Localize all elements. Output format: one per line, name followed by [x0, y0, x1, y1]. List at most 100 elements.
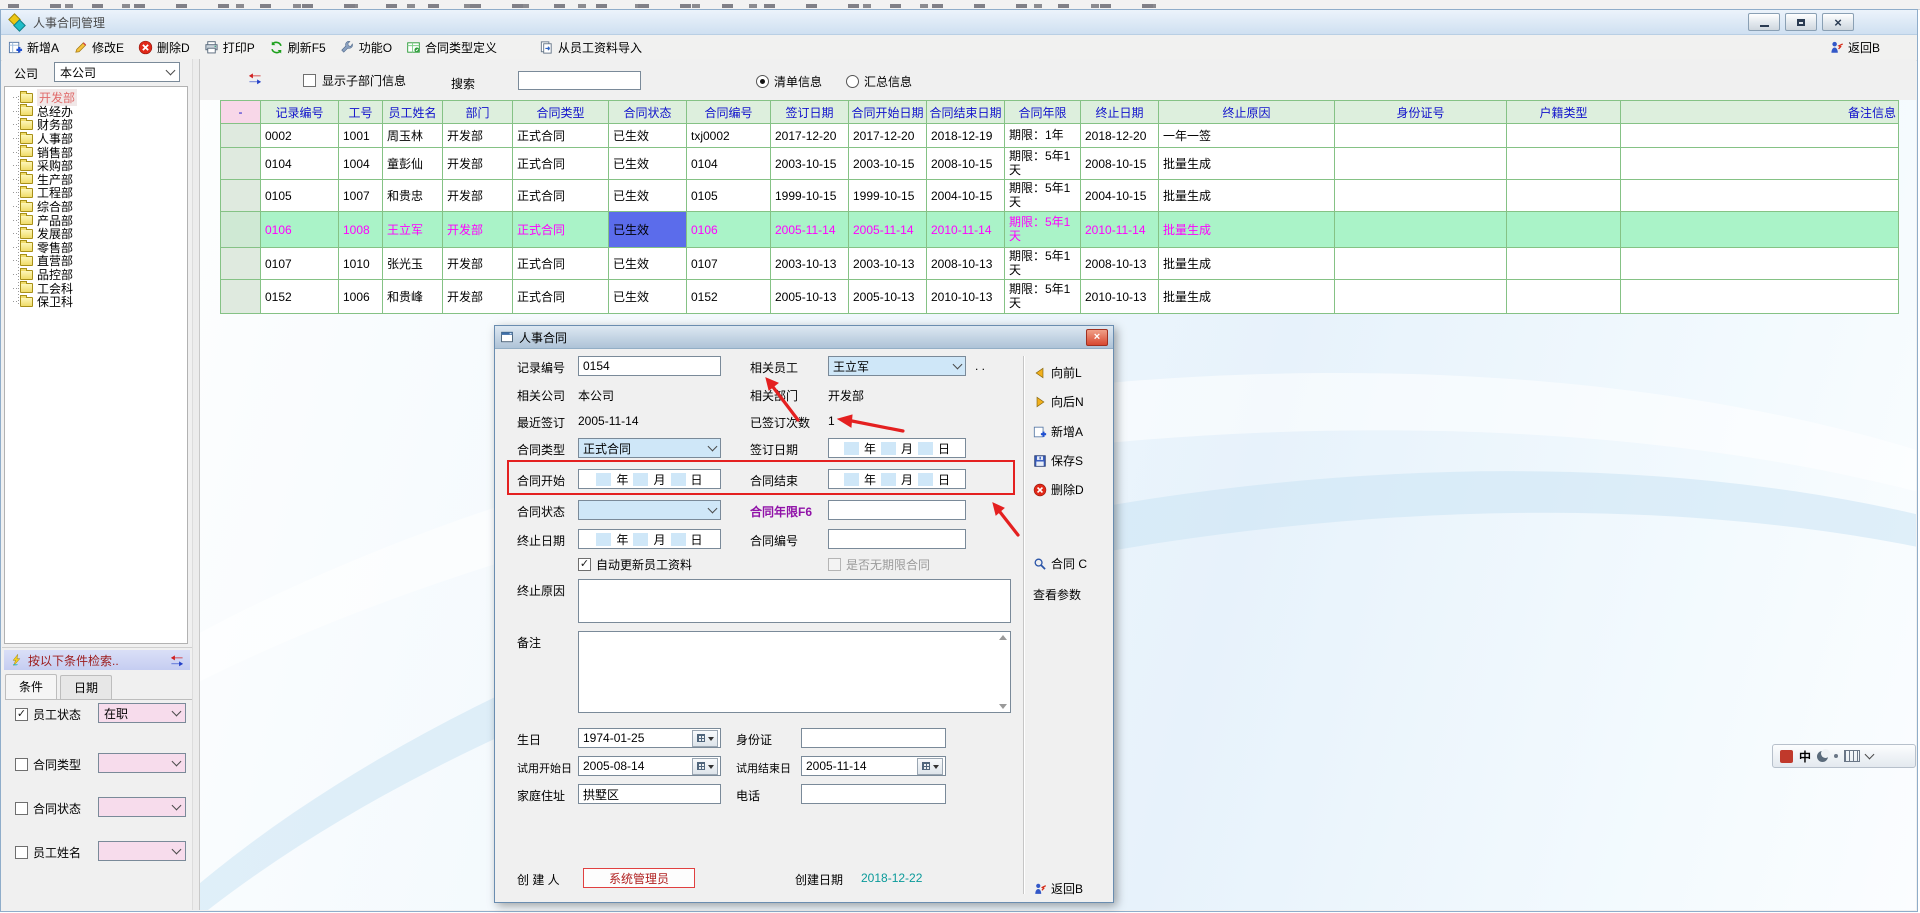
- table-cell[interactable]: 正式合同: [513, 180, 609, 212]
- dialog-add-button[interactable]: 新增A: [1033, 423, 1083, 440]
- table-cell[interactable]: 开发部: [443, 180, 513, 212]
- table-cell[interactable]: 批量生成: [1159, 248, 1335, 280]
- tree-item[interactable]: 工会科: [5, 281, 187, 295]
- table-row[interactable]: 01051007和贵忠开发部正式合同已生效01051999-10-151999-…: [221, 180, 1899, 212]
- print-button[interactable]: 打印P: [197, 37, 262, 59]
- column-header[interactable]: 合同编号: [687, 101, 771, 124]
- column-header[interactable]: 备注信息: [1621, 101, 1899, 124]
- company-combo[interactable]: 本公司: [54, 62, 180, 82]
- row-selector-cell[interactable]: [221, 148, 261, 180]
- table-cell[interactable]: 1008: [339, 212, 383, 248]
- table-cell[interactable]: 1010: [339, 248, 383, 280]
- back-button[interactable]: 返回B: [1822, 37, 1887, 59]
- table-cell[interactable]: 2010-10-13: [927, 280, 1005, 314]
- table-cell[interactable]: [1507, 280, 1621, 314]
- tree-item[interactable]: 直营部: [5, 254, 187, 268]
- table-cell[interactable]: 2018-12-19: [927, 124, 1005, 148]
- table-cell[interactable]: 已生效: [609, 124, 687, 148]
- radio-summary-info[interactable]: 汇总信息: [846, 73, 912, 90]
- filter-checkbox[interactable]: [15, 708, 28, 721]
- column-header[interactable]: 身份证号: [1335, 101, 1507, 124]
- filter-checkbox[interactable]: [15, 758, 28, 771]
- table-cell[interactable]: 2005-11-14: [771, 212, 849, 248]
- table-cell[interactable]: [1621, 212, 1899, 248]
- table-cell[interactable]: 2004-10-15: [927, 180, 1005, 212]
- minimize-button[interactable]: [1748, 13, 1780, 31]
- table-cell[interactable]: 已生效: [609, 248, 687, 280]
- table-cell[interactable]: 0152: [261, 280, 339, 314]
- table-cell[interactable]: 0002: [261, 124, 339, 148]
- table-cell[interactable]: [1621, 124, 1899, 148]
- table-cell[interactable]: [1335, 180, 1507, 212]
- delete-button[interactable]: 删除D: [131, 37, 197, 59]
- table-cell[interactable]: 2010-11-14: [1081, 212, 1159, 248]
- table-row[interactable]: 01041004童彭仙开发部正式合同已生效01042003-10-152003-…: [221, 148, 1899, 180]
- table-cell[interactable]: 2003-10-15: [771, 148, 849, 180]
- table-cell[interactable]: 0105: [261, 180, 339, 212]
- table-cell[interactable]: 王立军: [383, 212, 443, 248]
- import-from-employee-button[interactable]: 从员工资料导入: [532, 37, 649, 59]
- tree-item[interactable]: 保卫科: [5, 295, 187, 309]
- scroll-down-icon[interactable]: [999, 704, 1007, 709]
- table-row[interactable]: 01061008王立军开发部正式合同已生效01062005-11-142005-…: [221, 212, 1899, 248]
- table-cell[interactable]: [1507, 212, 1621, 248]
- table-cell[interactable]: 0107: [687, 248, 771, 280]
- table-cell[interactable]: 已生效: [609, 180, 687, 212]
- tree-item[interactable]: 人事部: [5, 132, 187, 146]
- table-cell[interactable]: 1999-10-15: [771, 180, 849, 212]
- functions-button[interactable]: 功能O: [333, 37, 399, 59]
- table-cell[interactable]: 正式合同: [513, 280, 609, 314]
- table-cell[interactable]: 0104: [687, 148, 771, 180]
- table-cell[interactable]: 正式合同: [513, 248, 609, 280]
- column-header[interactable]: 员工姓名: [383, 101, 443, 124]
- table-cell[interactable]: txj0002: [687, 124, 771, 148]
- ime-keyboard-icon[interactable]: [1844, 750, 1860, 762]
- table-cell[interactable]: 2008-10-13: [1081, 248, 1159, 280]
- table-cell[interactable]: 2017-12-20: [849, 124, 927, 148]
- table-cell[interactable]: 张光玉: [383, 248, 443, 280]
- table-cell[interactable]: [1335, 248, 1507, 280]
- table-cell[interactable]: 2003-10-13: [849, 248, 927, 280]
- column-header[interactable]: 合同结束日期: [927, 101, 1005, 124]
- table-cell[interactable]: [1507, 148, 1621, 180]
- remark-textarea[interactable]: [578, 631, 1011, 713]
- tree-item[interactable]: 工程部: [5, 186, 187, 200]
- contract-status-combo[interactable]: [578, 500, 721, 520]
- tree-item[interactable]: 开发部: [5, 91, 187, 105]
- table-cell[interactable]: [1507, 124, 1621, 148]
- contract-type-def-button[interactable]: 合同类型定义: [399, 37, 504, 59]
- contract-start-input[interactable]: 年月日: [578, 469, 721, 489]
- swap-icon[interactable]: [248, 72, 262, 85]
- next-button[interactable]: 向后N: [1033, 393, 1084, 410]
- table-cell[interactable]: 开发部: [443, 212, 513, 248]
- tree-item[interactable]: 品控部: [5, 268, 187, 282]
- close-button[interactable]: [1822, 13, 1854, 31]
- tree-item[interactable]: 生产部: [5, 173, 187, 187]
- column-header[interactable]: 记录编号: [261, 101, 339, 124]
- refresh-button[interactable]: 刷新F5: [262, 37, 333, 59]
- row-selector-cell[interactable]: [221, 180, 261, 212]
- table-cell[interactable]: 2008-10-15: [1081, 148, 1159, 180]
- tree-item[interactable]: 总经办: [5, 105, 187, 119]
- employee-browse-button[interactable]: . .: [975, 359, 985, 373]
- table-row[interactable]: 00021001周玉林开发部正式合同已生效txj00022017-12-2020…: [221, 124, 1899, 148]
- table-cell[interactable]: 1006: [339, 280, 383, 314]
- filter-combo[interactable]: 在职: [98, 703, 186, 723]
- tree-item[interactable]: 销售部: [5, 145, 187, 159]
- table-cell[interactable]: 已生效: [609, 148, 687, 180]
- table-cell[interactable]: 正式合同: [513, 124, 609, 148]
- table-cell[interactable]: 开发部: [443, 248, 513, 280]
- tree-item[interactable]: 采购部: [5, 159, 187, 173]
- table-cell[interactable]: 批量生成: [1159, 180, 1335, 212]
- column-header[interactable]: 户籍类型: [1507, 101, 1621, 124]
- table-cell[interactable]: 2005-10-13: [849, 280, 927, 314]
- table-cell[interactable]: [1335, 280, 1507, 314]
- maximize-button[interactable]: [1785, 13, 1817, 31]
- calendar-icon[interactable]: [692, 758, 718, 775]
- calendar-icon[interactable]: [692, 730, 718, 747]
- table-cell[interactable]: 批量生成: [1159, 280, 1335, 314]
- table-cell[interactable]: 批量生成: [1159, 148, 1335, 180]
- auto-update-checkbox[interactable]: 自动更新员工资料: [578, 556, 692, 573]
- table-cell[interactable]: 正式合同: [513, 212, 609, 248]
- table-cell[interactable]: [1621, 280, 1899, 314]
